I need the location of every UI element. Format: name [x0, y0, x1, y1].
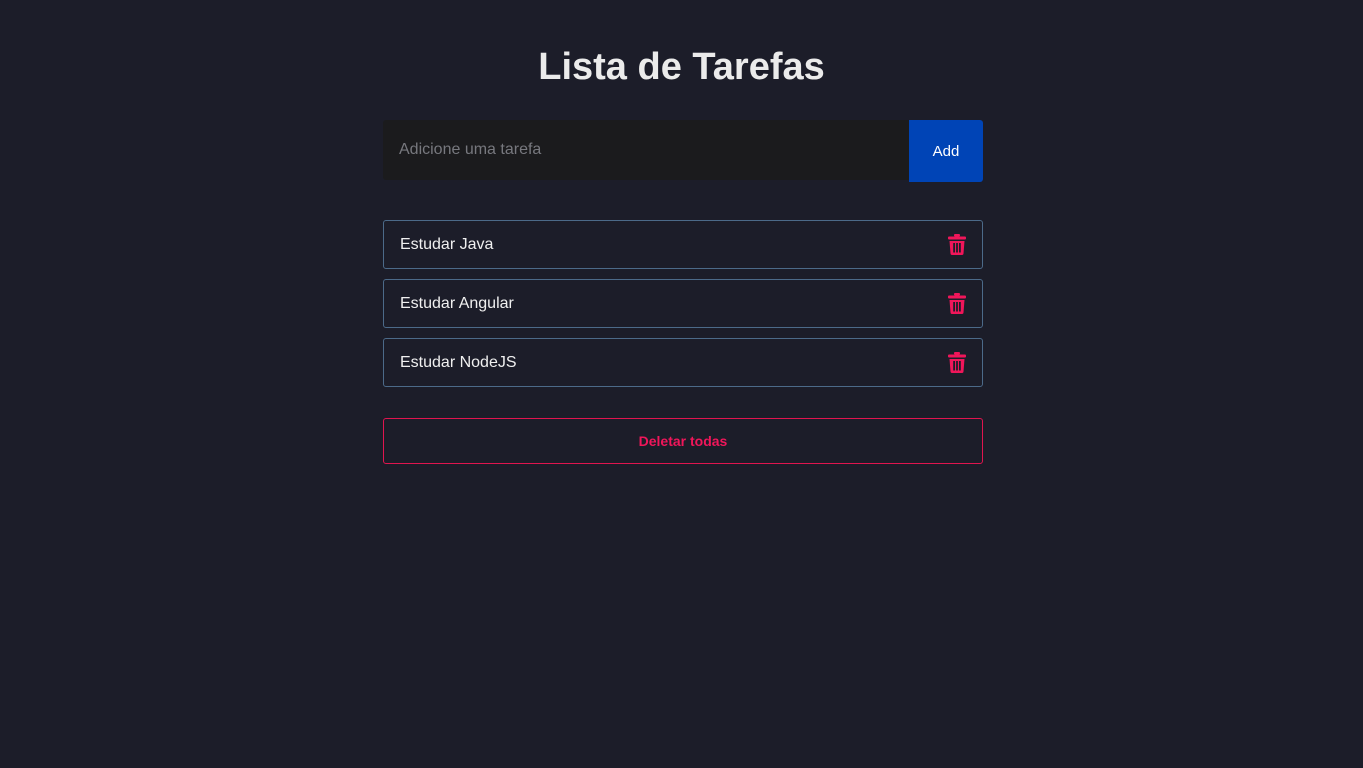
add-task-form: Add [383, 120, 983, 182]
trash-icon[interactable] [946, 292, 968, 316]
list-item: Estudar NodeJS [383, 338, 983, 387]
list-item: Estudar Angular [383, 279, 983, 328]
add-button[interactable]: Add [909, 120, 983, 182]
task-list: Estudar Java Estudar Angular Estudar Nod… [383, 220, 983, 397]
trash-icon[interactable] [946, 233, 968, 257]
task-label: Estudar NodeJS [400, 353, 517, 371]
task-label: Estudar Java [400, 235, 494, 253]
list-item: Estudar Java [383, 220, 983, 269]
page-title: Lista de Tarefas [538, 46, 825, 88]
task-label: Estudar Angular [400, 294, 514, 312]
delete-all-button[interactable]: Deletar todas [383, 418, 983, 464]
app-container: Lista de Tarefas Add Estudar Java Estuda… [0, 0, 1363, 768]
task-input[interactable] [383, 120, 909, 180]
trash-icon[interactable] [946, 351, 968, 375]
